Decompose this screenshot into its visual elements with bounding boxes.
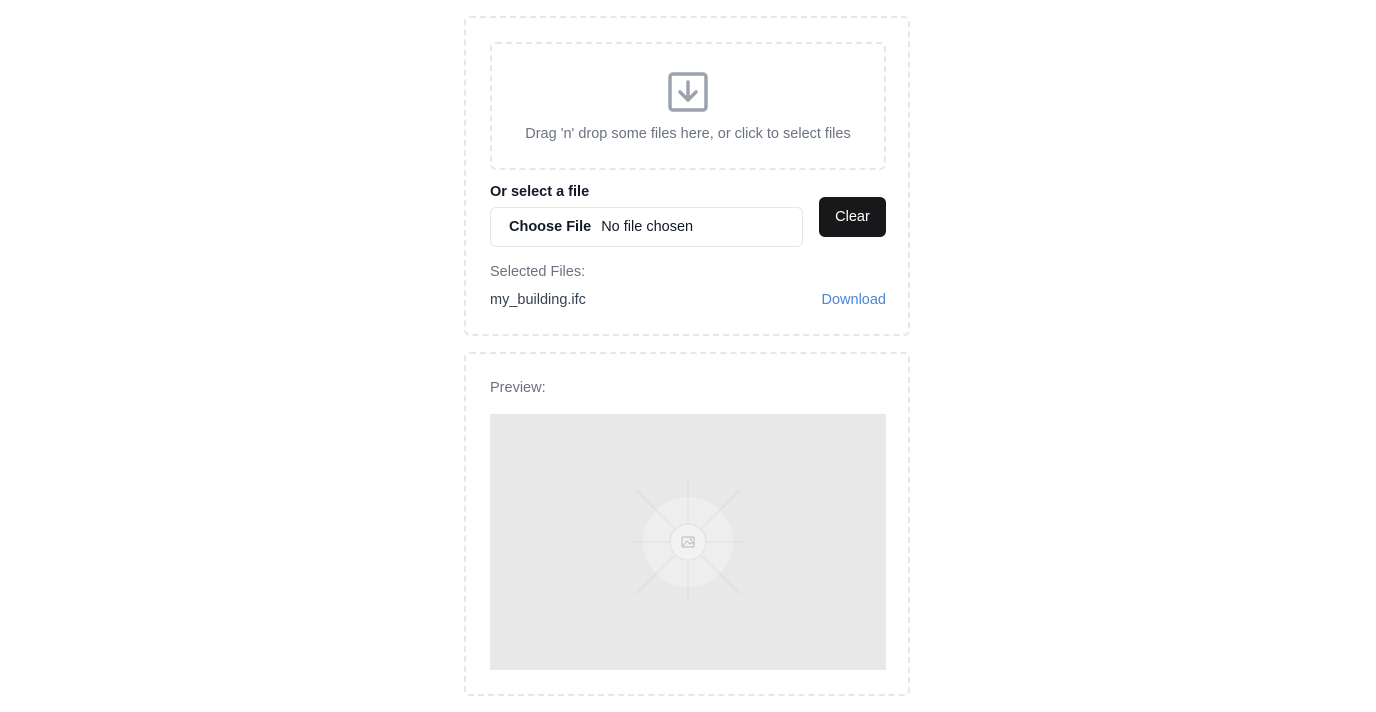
preview-label: Preview: bbox=[490, 380, 546, 396]
file-name: my_building.ifc bbox=[490, 292, 586, 308]
file-status: No file chosen bbox=[601, 219, 694, 235]
dropzone-text: Drag 'n' drop some files here, or click … bbox=[525, 126, 851, 142]
preview-card: Preview: bbox=[464, 352, 910, 696]
image-placeholder-icon bbox=[632, 480, 744, 604]
choose-file-button[interactable]: Choose File bbox=[509, 219, 591, 235]
upload-card: Drag 'n' drop some files here, or click … bbox=[464, 16, 910, 336]
file-list-item: my_building.ifc Download bbox=[490, 292, 886, 308]
selected-files-heading: Selected Files: bbox=[490, 264, 586, 280]
clear-button[interactable]: Clear bbox=[819, 197, 886, 237]
download-box-icon bbox=[668, 72, 708, 112]
dropzone[interactable]: Drag 'n' drop some files here, or click … bbox=[490, 42, 886, 170]
download-link[interactable]: Download bbox=[822, 292, 887, 308]
file-input[interactable]: Choose File No file chosen bbox=[490, 207, 803, 247]
select-file-label: Or select a file bbox=[490, 184, 590, 200]
preview-area bbox=[490, 414, 886, 670]
